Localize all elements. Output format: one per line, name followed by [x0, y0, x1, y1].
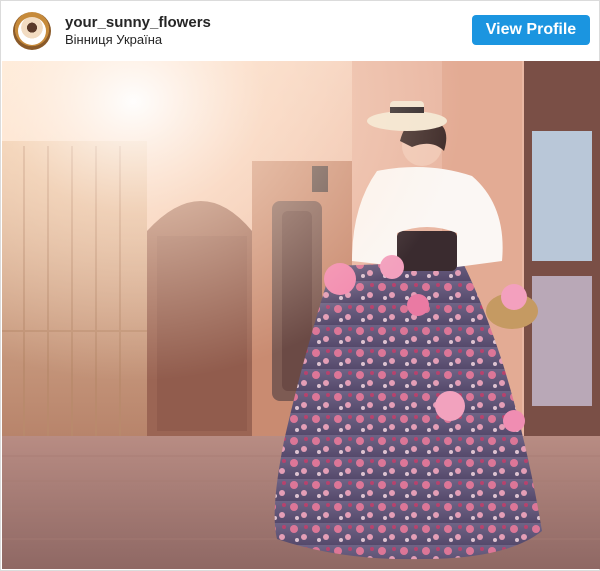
post-meta: your_sunny_flowers Вінниця Україна — [65, 14, 211, 48]
post-header: your_sunny_flowers Вінниця Україна View … — [1, 1, 600, 61]
view-profile-button[interactable]: View Profile — [472, 15, 590, 45]
instagram-embed: your_sunny_flowers Вінниця Україна View … — [0, 0, 600, 571]
photo-illustration — [2, 61, 600, 569]
post-photo[interactable] — [2, 61, 600, 569]
username[interactable]: your_sunny_flowers — [65, 14, 211, 31]
location[interactable]: Вінниця Україна — [65, 32, 211, 48]
avatar[interactable] — [13, 12, 51, 50]
